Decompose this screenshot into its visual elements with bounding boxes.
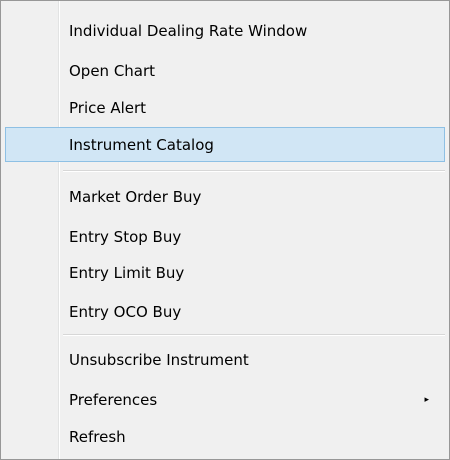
- menu-item-label: Entry Stop Buy: [69, 228, 182, 246]
- menu-item-label: Refresh: [69, 428, 126, 446]
- menu-item-entry-stop-buy[interactable]: Entry Stop Buy: [5, 219, 445, 254]
- menu-item-open-chart[interactable]: Open Chart: [5, 53, 445, 88]
- menu-item-label: Unsubscribe Instrument: [69, 351, 249, 369]
- chevron-right-icon: ▸: [424, 395, 429, 405]
- menu-item-label: Price Alert: [69, 99, 147, 117]
- menu-separator: [63, 334, 445, 336]
- menu-item-label: Entry OCO Buy: [69, 303, 182, 321]
- menu-item-label: Open Chart: [69, 62, 156, 80]
- menu-item-label: Individual Dealing Rate Window: [69, 22, 308, 40]
- menu-item-refresh[interactable]: Refresh: [5, 419, 445, 454]
- menu-item-entry-oco-buy[interactable]: Entry OCO Buy: [5, 294, 445, 329]
- context-menu: Individual Dealing Rate Window Open Char…: [0, 0, 450, 460]
- menu-item-price-alert[interactable]: Price Alert: [5, 90, 445, 125]
- menu-item-preferences[interactable]: Preferences ▸: [5, 382, 445, 417]
- menu-item-label: Market Order Buy: [69, 188, 202, 206]
- menu-item-label: Instrument Catalog: [69, 136, 214, 154]
- menu-item-unsubscribe-instrument[interactable]: Unsubscribe Instrument: [5, 342, 445, 377]
- menu-item-entry-limit-buy[interactable]: Entry Limit Buy: [5, 255, 445, 290]
- menu-item-label: Preferences: [69, 391, 158, 409]
- menu-item-label: Entry Limit Buy: [69, 264, 185, 282]
- menu-item-individual-dealing-rate-window[interactable]: Individual Dealing Rate Window: [5, 13, 445, 48]
- menu-item-instrument-catalog[interactable]: Instrument Catalog: [5, 127, 445, 162]
- menu-separator: [63, 170, 445, 172]
- menu-item-market-order-buy[interactable]: Market Order Buy: [5, 179, 445, 214]
